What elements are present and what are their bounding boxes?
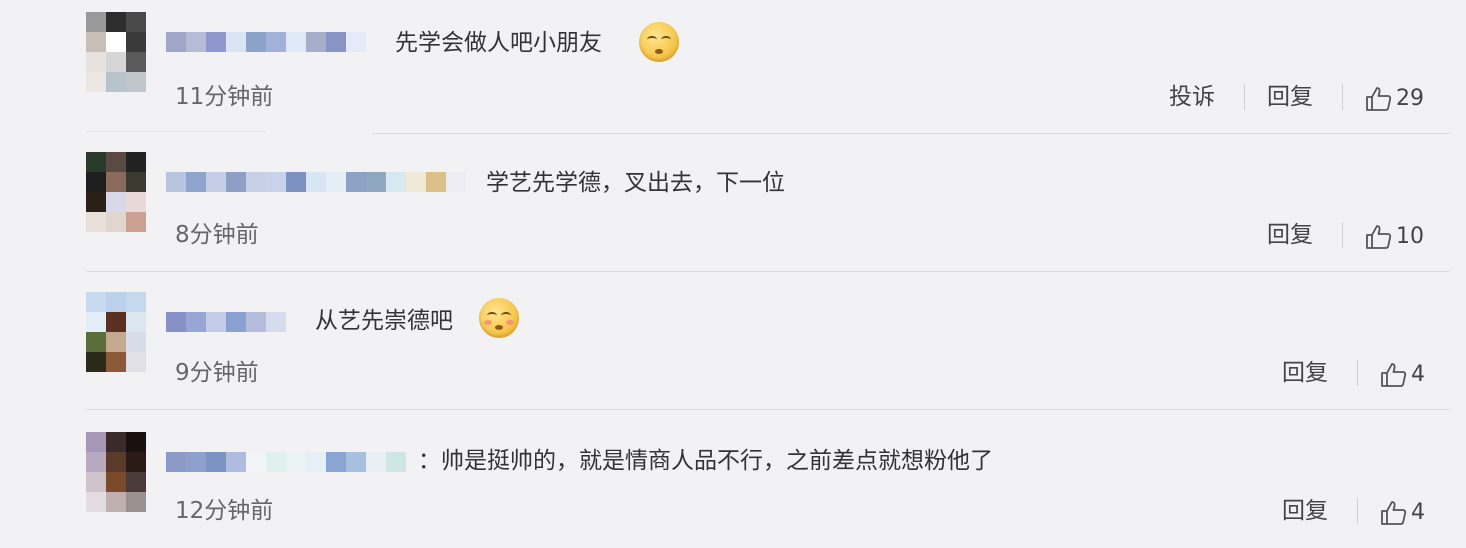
thumbs-up-icon — [1366, 225, 1392, 249]
username[interactable] — [166, 172, 466, 192]
timestamp: 11分钟前 — [175, 84, 274, 110]
username[interactable] — [166, 32, 366, 52]
comment-text: 先学会做人吧小朋友 — [395, 30, 602, 56]
like-button[interactable]: 4 — [1379, 498, 1425, 528]
thumbs-up-icon — [1381, 501, 1407, 525]
comment-item: 先学会做人吧小朋友 11分钟前 投诉 回复 29 — [0, 0, 1466, 134]
thumbs-up-icon — [1381, 363, 1407, 387]
reply-button[interactable]: 回复 — [1282, 358, 1328, 388]
like-button[interactable]: 29 — [1364, 84, 1424, 114]
comment-item: ：帅是挺帅的，就是情商人品不行，之前差点就想粉他了 12分钟前 回复 4 — [0, 410, 1466, 548]
like-count: 4 — [1411, 362, 1425, 387]
like-button[interactable]: 10 — [1364, 222, 1424, 252]
comment-text: 从艺先崇德吧 — [315, 308, 453, 334]
avatar[interactable] — [86, 12, 146, 92]
reply-button[interactable]: 回复 — [1267, 220, 1313, 250]
avatar[interactable] — [86, 292, 146, 372]
like-button[interactable]: 4 — [1379, 360, 1425, 390]
thinking-emoji-icon — [479, 298, 519, 338]
like-count: 4 — [1411, 500, 1425, 525]
avatar[interactable] — [86, 432, 146, 512]
divider — [1244, 84, 1245, 110]
divider — [1342, 84, 1343, 110]
like-count: 10 — [1396, 224, 1424, 249]
reply-button[interactable]: 回复 — [1282, 496, 1328, 526]
separator-line — [86, 131, 266, 132]
timestamp: 9分钟前 — [175, 360, 259, 386]
comment-text: 学艺先学德，叉出去，下一位 — [486, 170, 785, 196]
comment-item: 学艺先学德，叉出去，下一位 8分钟前 回复 10 — [0, 134, 1466, 272]
reply-button[interactable]: 回复 — [1267, 82, 1313, 112]
comment-item: 从艺先崇德吧 9分钟前 回复 4 — [0, 272, 1466, 410]
timestamp: 8分钟前 — [175, 222, 259, 248]
timestamp: 12分钟前 — [175, 498, 274, 524]
rolling-eyes-emoji-icon — [639, 22, 679, 62]
divider — [1357, 498, 1358, 524]
divider — [1357, 360, 1358, 386]
report-button[interactable]: 投诉 — [1169, 82, 1215, 112]
like-count: 29 — [1396, 86, 1424, 111]
username[interactable] — [166, 452, 406, 472]
divider — [1342, 222, 1343, 248]
avatar[interactable] — [86, 152, 146, 232]
thumbs-up-icon — [1366, 87, 1392, 111]
username[interactable] — [166, 312, 286, 332]
comment-text: ：帅是挺帅的，就是情商人品不行，之前差点就想粉他了 — [418, 448, 993, 474]
